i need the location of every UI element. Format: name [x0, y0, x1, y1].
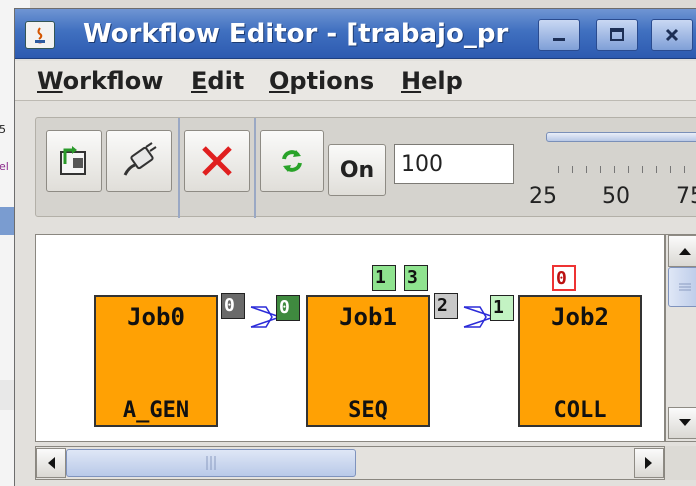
close-button[interactable]: [651, 19, 693, 51]
menu-label: elp: [421, 67, 463, 95]
toolbar-separator: [254, 118, 256, 218]
window-title: Workflow Editor - [trabajo_pr: [83, 19, 509, 49]
arrow-left-icon: [48, 457, 55, 469]
status-port[interactable]: 0: [552, 265, 576, 291]
arrow-right-icon: [645, 457, 652, 469]
arrow-up-icon: [679, 248, 691, 255]
vertical-scroll-thumb[interactable]: [668, 267, 696, 307]
connect-button[interactable]: [106, 130, 172, 192]
scroll-left-button[interactable]: [36, 448, 66, 478]
scroll-corner: [665, 446, 696, 480]
menu-mnemonic: H: [401, 67, 422, 95]
background-text: 5: [0, 123, 6, 136]
title-bar[interactable]: Workflow Editor - [trabajo_pr: [15, 9, 696, 59]
toolbar: On 25 50 75: [35, 117, 696, 218]
maximize-button[interactable]: [596, 19, 638, 51]
job-node[interactable]: Job0 A_GEN: [94, 295, 218, 427]
menu-mnemonic: W: [37, 67, 63, 95]
horizontal-scrollbar[interactable]: [35, 446, 665, 480]
output-port[interactable]: 2: [434, 293, 458, 319]
menu-label: orkflow: [62, 67, 164, 95]
menu-label: ptions: [289, 67, 375, 95]
open-workflow-button[interactable]: [46, 130, 102, 192]
job-type: COLL: [553, 398, 607, 423]
menu-options[interactable]: Options: [269, 67, 374, 95]
output-port[interactable]: 0: [221, 293, 245, 319]
vertical-scrollbar[interactable]: [665, 234, 696, 442]
menu-label: dit: [207, 67, 245, 95]
speed-slider[interactable]: [546, 132, 696, 142]
workflow-editor-window: Workflow Editor - [trabajo_pr Workflow E…: [14, 8, 696, 486]
java-app-icon: [25, 21, 55, 49]
grip-icon: [206, 456, 216, 470]
refresh-button[interactable]: [260, 130, 324, 192]
job-name: Job2: [551, 303, 609, 331]
plug-icon: [123, 142, 157, 176]
close-icon: [665, 28, 679, 42]
grip-icon: [679, 283, 691, 291]
background-link: el: [0, 160, 9, 173]
slider-label: 25: [529, 184, 557, 209]
slider-label: 50: [602, 184, 630, 209]
menu-workflow[interactable]: Workflow: [37, 67, 163, 95]
maximize-icon: [610, 28, 624, 41]
menu-mnemonic: O: [269, 67, 290, 95]
open-workflow-icon: [60, 146, 86, 175]
input-port[interactable]: 1: [490, 295, 514, 321]
refresh-icon: [282, 150, 302, 172]
status-port[interactable]: 1: [372, 265, 396, 291]
minimize-icon: [553, 38, 565, 41]
job-type: SEQ: [348, 398, 388, 423]
workflow-canvas[interactable]: Job0 A_GEN Job1 SEQ Job2 COLL 0 0 1 3 2 …: [35, 234, 665, 442]
speed-input[interactable]: [394, 144, 514, 184]
menu-mnemonic: E: [191, 67, 208, 95]
job-node[interactable]: Job1 SEQ: [306, 295, 430, 427]
slider-label: 75: [676, 184, 696, 209]
scroll-down-button[interactable]: [668, 407, 696, 439]
horizontal-scroll-thumb[interactable]: [66, 449, 356, 477]
scroll-right-button[interactable]: [634, 448, 664, 478]
scroll-up-button[interactable]: [668, 235, 696, 267]
minimize-button[interactable]: [538, 19, 580, 51]
status-port[interactable]: 3: [404, 265, 428, 291]
on-toggle-button[interactable]: On: [328, 144, 386, 196]
input-port[interactable]: 0: [276, 295, 300, 321]
delete-button[interactable]: [184, 130, 250, 192]
toolbar-separator: [178, 118, 180, 218]
job-type: A_GEN: [122, 398, 190, 423]
delete-icon: [202, 146, 232, 176]
job-name: Job1: [339, 303, 397, 331]
menu-edit[interactable]: Edit: [191, 67, 244, 95]
job-node[interactable]: Job2 COLL: [518, 295, 642, 427]
menu-bar: Workflow Edit Options Help: [15, 61, 696, 101]
menu-help[interactable]: Help: [401, 67, 463, 95]
arrow-down-icon: [679, 419, 691, 426]
slider-ticks: [558, 166, 696, 176]
job-name: Job0: [127, 303, 185, 331]
